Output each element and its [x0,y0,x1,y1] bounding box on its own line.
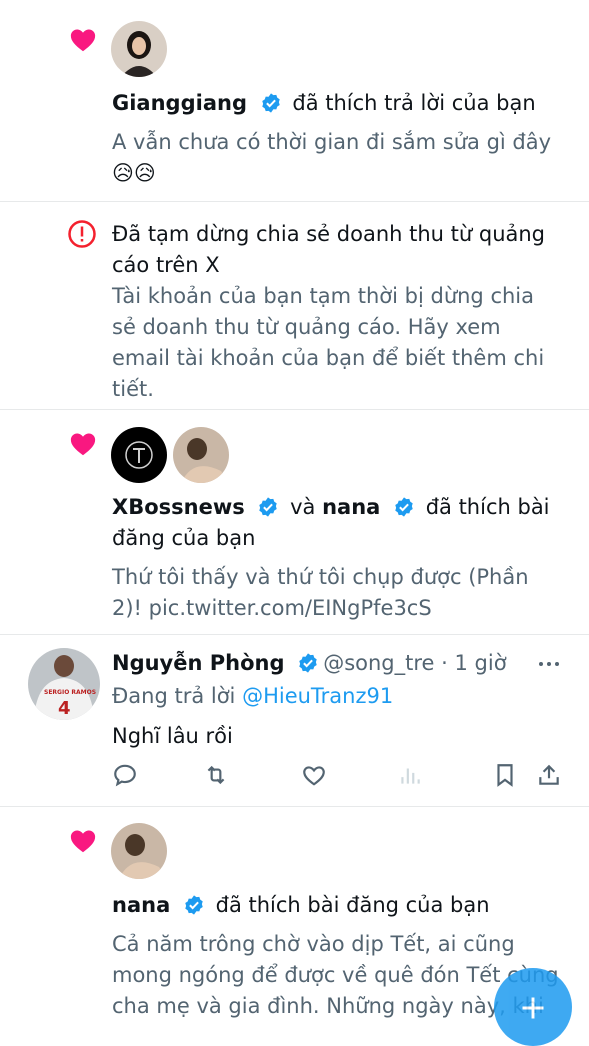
alert-title-2: cáo trên X [112,253,220,277]
tweet-text: Nghĩ lâu rồi [112,724,233,748]
user-name[interactable]: Nguyễn Phòng [112,651,285,675]
more-options-icon[interactable] [537,659,561,669]
plus-icon [522,997,544,1019]
timestamp[interactable]: · 1 giờ [441,651,506,675]
retweet-icon[interactable] [203,762,229,788]
heart-icon [70,830,96,853]
svg-text:SERGIO RAMOS: SERGIO RAMOS [44,689,96,696]
svg-text:4: 4 [58,698,71,719]
verified-badge-icon [185,895,203,915]
user-name[interactable]: Gianggiang [112,91,247,115]
alert-title: Đã tạm dừng chia sẻ doanh thu từ quảng [112,222,546,246]
verified-badge-icon [261,93,280,113]
verified-badge-icon [259,497,278,517]
compose-button[interactable] [494,968,572,1046]
user-name-2[interactable]: nana [322,495,380,519]
alert-body: Tài khoản của bạn tạm thời bị dừng chia [112,284,534,308]
user-name[interactable]: XBossnews [112,495,245,519]
reply-tweet[interactable]: SERGIO RAMOS 4 Nguyễn Phòng @song_tre · … [0,635,589,807]
notification-alert[interactable]: Đã tạm dừng chia sẻ doanh thu từ quảng c… [0,202,589,410]
notification-like-post[interactable]: XBossnews và nana đã thích bài đăng của … [0,410,589,635]
action-text-2: đăng của bạn [112,526,256,550]
like-icon[interactable] [301,762,327,788]
alert-body-2: sẻ doanh thu từ quảng cáo. Hãy xem [112,315,501,339]
emoji: 😥😥 [112,161,156,185]
liked-text: Cả năm trông chờ vào dịp Tết, ai cũng [112,932,515,956]
heart-icon [70,29,96,52]
notification-like-reply[interactable]: Gianggiang đã thích trả lời của bạn A vẫ… [0,0,589,202]
action-text: đã thích trả lời của bạn [292,91,536,115]
avatar-xbossnews[interactable] [111,427,167,483]
user-name[interactable]: nana [112,893,170,917]
alert-icon [68,220,96,248]
avatar[interactable] [111,21,167,77]
verified-badge-icon [395,497,413,517]
avatar[interactable]: SERGIO RAMOS 4 [28,648,100,720]
heart-icon [70,433,96,456]
liked-text-2: mong ngóng để được về quê đón Tết cùng [112,963,559,987]
reply-icon[interactable] [112,762,138,788]
liked-text-2: 2)! pic.twitter.com/EINgPfe3cS [112,596,432,620]
verified-badge-icon [299,653,317,673]
avatar-nana[interactable] [111,823,167,879]
share-icon[interactable] [536,762,562,788]
alert-body-3: email tài khoản của bạn để biết thêm chi [112,346,545,370]
replying-label: Đang trả lời [112,684,236,708]
liked-text-3: cha mẹ và gia đình. Những ngày này, khi [112,994,544,1018]
action-text: đã thích bài [425,495,550,519]
bookmark-icon[interactable] [492,762,518,788]
replying-to-link[interactable]: @HieuTranz91 [242,684,393,708]
liked-text: A vẫn chưa có thời gian đi sắm sửa gì đâ… [112,130,552,154]
views-icon[interactable] [397,762,423,788]
liked-text: Thứ tôi thấy và thứ tôi chụp được (Phần [112,565,529,589]
conjunction: và [290,495,316,519]
user-handle[interactable]: @song_tre [323,651,434,675]
action-text: đã thích bài đăng của bạn [215,893,490,917]
alert-body-4: tiết. [112,377,154,401]
avatar-nana[interactable] [173,427,229,483]
